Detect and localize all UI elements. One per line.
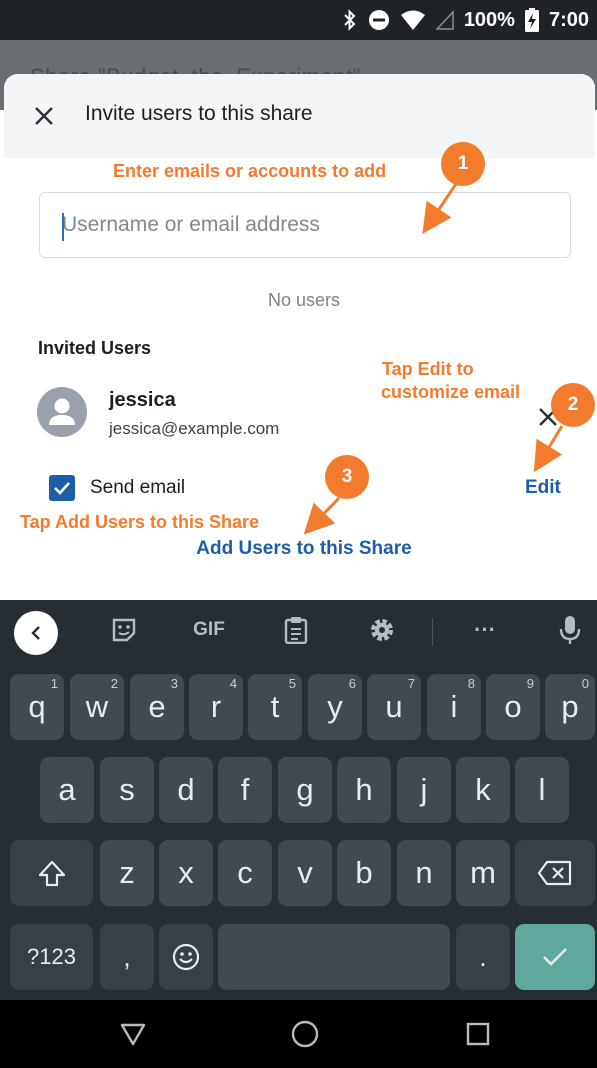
voice-input-button[interactable]	[550, 610, 590, 650]
key-r[interactable]: r4	[189, 674, 243, 740]
key-y[interactable]: y6	[308, 674, 362, 740]
key-n[interactable]: n	[397, 840, 451, 906]
annotation-arrows	[303, 183, 564, 535]
back-button[interactable]	[113, 1014, 153, 1054]
key-hint: 6	[348, 676, 356, 691]
home-button[interactable]	[285, 1014, 325, 1054]
key-hint: 0	[581, 676, 589, 691]
key-hint: 3	[170, 676, 178, 691]
key-m[interactable]: m	[456, 840, 510, 906]
gif-button[interactable]: GIF	[184, 610, 234, 650]
battery-percent: 100%	[463, 8, 515, 31]
triangle-back-icon	[120, 1023, 146, 1046]
key-hint: 1	[50, 676, 58, 691]
sticker-icon	[112, 618, 136, 642]
key-hint: 4	[229, 676, 237, 691]
key-p[interactable]: p0	[545, 674, 595, 740]
keyboard-toolbar: GIF ···	[0, 600, 597, 660]
key-j[interactable]: j	[397, 757, 451, 823]
annotation-arrow-1	[422, 183, 458, 234]
backspace-icon	[537, 860, 572, 886]
soft-keyboard: GIF ··· q1 w2 e3 r4 t5 y6 u7 i8 o9 p0 a …	[0, 600, 597, 1000]
key-x[interactable]: x	[159, 840, 213, 906]
key-label: e	[148, 689, 166, 724]
chevron-left-icon	[31, 626, 40, 640]
key-d[interactable]: d	[159, 757, 213, 823]
gear-icon	[371, 619, 393, 641]
key-label: p	[561, 689, 579, 724]
enter-key[interactable]	[515, 924, 595, 990]
sticker-button[interactable]	[104, 610, 144, 650]
key-label: w	[85, 689, 109, 724]
recents-button[interactable]	[458, 1014, 498, 1054]
key-h[interactable]: h	[337, 757, 391, 823]
key-hint: 7	[407, 676, 415, 691]
key-label: o	[504, 689, 522, 724]
key-hint: 9	[526, 676, 534, 691]
check-icon	[543, 948, 567, 966]
key-b[interactable]: b	[337, 840, 391, 906]
bluetooth-icon	[342, 9, 358, 31]
key-s[interactable]: s	[100, 757, 154, 823]
keyboard-back-button[interactable]	[14, 611, 58, 655]
do-not-disturb-icon	[368, 9, 390, 31]
key-label: i	[450, 689, 458, 724]
key-e[interactable]: e3	[130, 674, 184, 740]
invite-users-dialog: Invite users to this share Enter emails …	[4, 74, 595, 600]
key-label: y	[327, 689, 343, 724]
key-c[interactable]: c	[218, 840, 272, 906]
emoji-icon	[172, 943, 200, 971]
shift-key[interactable]	[10, 840, 93, 906]
annotation-arrow-3	[303, 496, 341, 535]
clipboard-icon	[284, 617, 308, 644]
navigation-bar	[0, 1000, 597, 1068]
key-i[interactable]: i8	[427, 674, 481, 740]
key-z[interactable]: z	[100, 840, 154, 906]
key-hint: 8	[467, 676, 475, 691]
battery-charging-icon	[524, 8, 539, 32]
key-hint: 2	[110, 676, 118, 691]
square-recents-icon	[466, 1022, 490, 1046]
key-w[interactable]: w2	[70, 674, 124, 740]
microphone-icon	[559, 616, 581, 644]
clock: 7:00	[548, 8, 589, 31]
key-a[interactable]: a	[40, 757, 94, 823]
toolbar-divider	[432, 618, 433, 646]
clipboard-button[interactable]	[276, 610, 316, 650]
backspace-key[interactable]	[515, 840, 595, 906]
symbols-key[interactable]: ?123	[10, 924, 93, 990]
key-label: t	[270, 689, 280, 724]
key-label: q	[28, 689, 46, 724]
annotation-arrow-2	[533, 425, 564, 473]
key-l[interactable]: l	[515, 757, 569, 823]
key-label: r	[210, 689, 222, 724]
settings-button[interactable]	[362, 610, 402, 650]
wifi-icon	[400, 9, 426, 31]
key-t[interactable]: t5	[248, 674, 302, 740]
comma-key[interactable]: ,	[100, 924, 154, 990]
key-g[interactable]: g	[278, 757, 332, 823]
key-q[interactable]: q1	[10, 674, 64, 740]
status-bar: 100% 7:00	[0, 0, 597, 40]
key-f[interactable]: f	[218, 757, 272, 823]
signal-icon	[435, 9, 454, 31]
circle-home-icon	[291, 1020, 319, 1048]
key-u[interactable]: u7	[367, 674, 421, 740]
key-v[interactable]: v	[278, 840, 332, 906]
emoji-key[interactable]	[159, 924, 213, 990]
key-label: u	[385, 689, 403, 724]
shift-icon	[38, 860, 65, 887]
space-key[interactable]	[218, 924, 450, 990]
more-options-button[interactable]: ···	[465, 610, 505, 650]
key-k[interactable]: k	[456, 757, 510, 823]
key-hint: 5	[288, 676, 296, 691]
period-key[interactable]: .	[456, 924, 510, 990]
key-o[interactable]: o9	[486, 674, 540, 740]
